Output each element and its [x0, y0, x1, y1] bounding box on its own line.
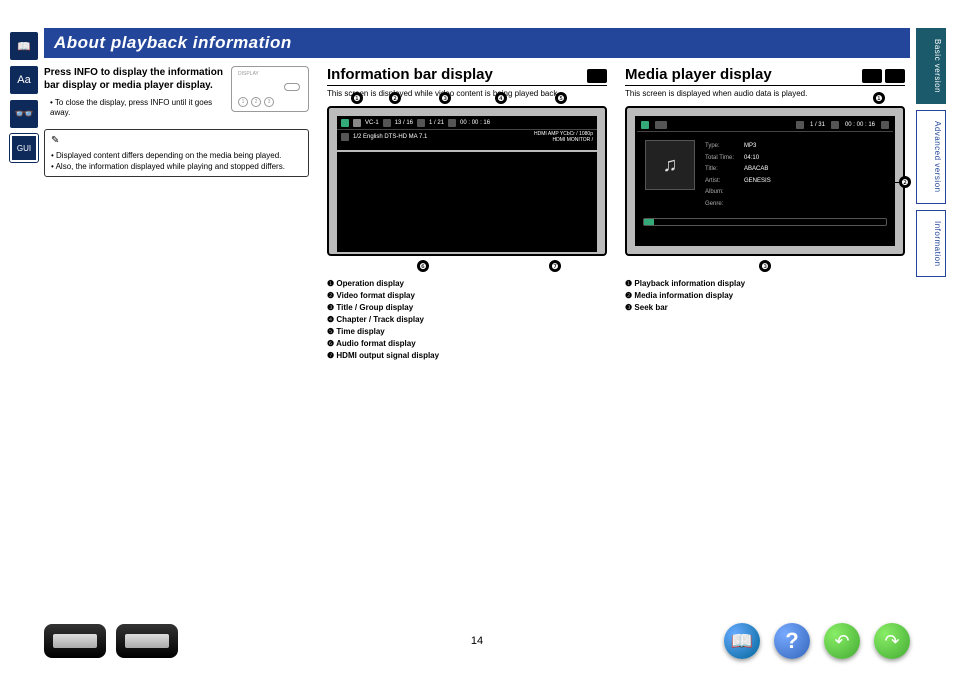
mp-callout-3: ❸ — [759, 260, 771, 272]
media-player-column: Media player display This screen is disp… — [625, 66, 905, 362]
mp-track-icon — [796, 121, 804, 129]
intro-info-key: INFO — [74, 67, 98, 78]
info-bar-osd: VC-1 13 / 16 1 / 21 00 : 00 : 16 1/2 Eng… — [337, 116, 597, 150]
album-art-icon: ♫ — [645, 140, 695, 190]
tab-basic[interactable]: Basic version — [916, 28, 946, 104]
seek-bar — [643, 218, 887, 226]
mp-repeat-icon — [881, 121, 889, 129]
osd-chapter: 1 / 21 — [429, 120, 444, 126]
remote-rec — [284, 83, 300, 91]
media-player-osd: 1 / 31 00 : 00 : 16 ♫ Type:MP3 Total Tim… — [635, 116, 895, 246]
media-player-legend: ❶ Playback information display ❷ Media i… — [625, 278, 905, 314]
page-main: About playback information DISPLAY 1 2 3… — [44, 28, 910, 362]
left-icon-rail: 📖 Aa 👓 GUI — [10, 32, 38, 162]
mp-track-count: 1 / 31 — [810, 122, 825, 128]
info-bar-heading: Information bar display — [327, 66, 607, 86]
osd-codec: VC-1 — [365, 120, 379, 126]
meta-album — [744, 188, 771, 198]
info-bar-legend: ❶ Operation display ❷ Video format displ… — [327, 278, 607, 362]
footer-device-btn-2[interactable] — [116, 624, 178, 658]
book-icon[interactable]: 📖 — [10, 32, 38, 60]
remote-btn-3: 3 — [264, 97, 274, 107]
tab-advanced[interactable]: Advanced version — [916, 110, 946, 204]
footer-device-btn-1[interactable] — [44, 624, 106, 658]
footer-forward-button[interactable]: ↷ — [874, 623, 910, 659]
footer-help-button[interactable]: ? — [774, 623, 810, 659]
meta-type: MP3 — [744, 142, 771, 152]
remote-btn-2: 2 — [251, 97, 261, 107]
video-badge-icon — [587, 69, 607, 83]
info-bar-screen: VC-1 13 / 16 1 / 21 00 : 00 : 16 1/2 Eng… — [327, 106, 607, 256]
callout-2: ❷ — [389, 92, 401, 104]
pen-b: Also, the information displayed while pl… — [56, 162, 285, 171]
play-icon-osd — [341, 119, 349, 127]
osd-time: 00 : 00 : 16 — [460, 120, 490, 126]
mp-file-icon — [655, 121, 667, 129]
mask-icon[interactable]: 👓 — [10, 100, 38, 128]
pen-a: Displayed content differs depending on t… — [56, 151, 281, 160]
media-player-heading: Media player display — [625, 66, 905, 86]
intro-text: DISPLAY 1 2 3 Press INFO to display the … — [44, 66, 309, 119]
meta-genre — [744, 200, 771, 210]
meta-artist: GENESIS — [744, 177, 771, 187]
pencil-icon: ✎ — [51, 134, 59, 148]
aa-icon[interactable]: Aa — [10, 66, 38, 94]
clock-icon-osd — [448, 119, 456, 127]
remote-btn-1: 1 — [238, 97, 248, 107]
gui-icon[interactable]: GUI — [10, 134, 38, 162]
page-number: 14 — [471, 635, 483, 647]
info-bar-column: Information bar display This screen is d… — [327, 66, 607, 362]
remote-label: DISPLAY — [238, 71, 259, 78]
mp-callout-1: ❶ — [873, 92, 885, 104]
callout-7: ❼ — [549, 260, 561, 272]
page-title: About playback information — [44, 28, 910, 58]
callout-1: ❶ — [351, 92, 363, 104]
mp-meta-table: Type:MP3 Total Time:04:10 Title:ABACAB A… — [703, 140, 773, 212]
info-bar-black-area — [337, 152, 597, 252]
callout-4: ❹ — [495, 92, 507, 104]
film-icon-osd — [353, 119, 361, 127]
meta-title: ABACAB — [744, 165, 771, 175]
footer: 14 📖 ? ↶ ↷ — [44, 623, 910, 659]
audio-badge-icon — [862, 69, 882, 83]
footer-book-button[interactable]: 📖 — [724, 623, 760, 659]
callout-5: ❺ — [555, 92, 567, 104]
osd-audio-lang: 1/2 English DTS-HD MA 7.1 — [353, 134, 427, 140]
mp-play-icon — [641, 121, 649, 129]
meta-totaltime: 04:10 — [744, 154, 771, 164]
intro-a: Press — [44, 67, 74, 78]
callout-6: ❻ — [417, 260, 429, 272]
callout-3: ❸ — [439, 92, 451, 104]
mp-callout-2: ❷ — [899, 176, 911, 188]
media-player-screen: 1 / 31 00 : 00 : 16 ♫ Type:MP3 Total Tim… — [625, 106, 905, 256]
osd-hdmi-monitor: HDMI MONITOR / — [534, 137, 593, 143]
tab-information[interactable]: Information — [916, 210, 946, 278]
mp-clock-icon — [831, 121, 839, 129]
audio-icon-osd — [341, 133, 349, 141]
right-tab-rail: Basic version Advanced version Informati… — [916, 28, 946, 277]
mp-time: 00 : 00 : 16 — [845, 122, 875, 128]
media-player-desc: This screen is displayed when audio data… — [625, 89, 905, 98]
remote-diagram: DISPLAY 1 2 3 — [231, 66, 309, 112]
disc-icon-osd — [383, 119, 391, 127]
intro-column: DISPLAY 1 2 3 Press INFO to display the … — [44, 66, 309, 362]
chapter-icon-osd — [417, 119, 425, 127]
pencil-note-box: ✎ • Displayed content differs depending … — [44, 129, 309, 177]
osd-title-count: 13 / 16 — [395, 120, 413, 126]
usb-badge-icon — [885, 69, 905, 83]
footer-back-button[interactable]: ↶ — [824, 623, 860, 659]
